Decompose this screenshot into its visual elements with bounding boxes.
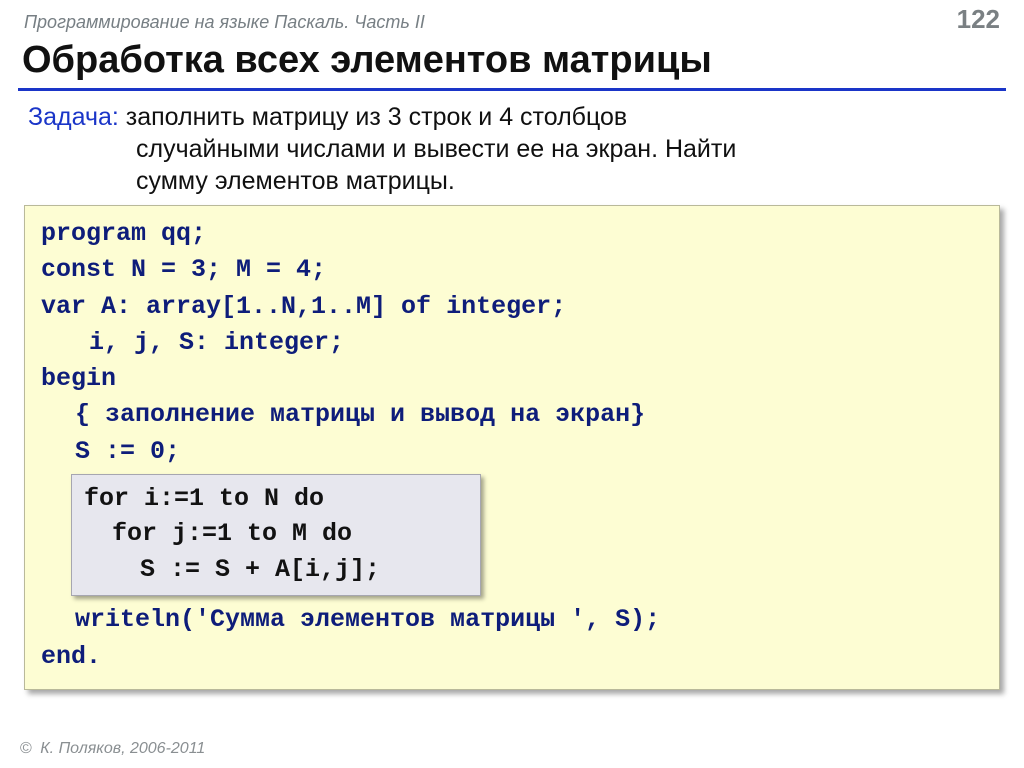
task-line1: заполнить матрицу из 3 строк и 4 столбцо… xyxy=(119,103,627,131)
code-inner-line: for i:=1 to N do xyxy=(84,484,324,513)
footer-text: К. Поляков, 2006-2011 xyxy=(36,740,206,757)
code-line: const N = 3; M = 4; xyxy=(41,252,983,288)
code-box: program qq; const N = 3; M = 4; var A: a… xyxy=(24,205,1000,690)
slide: Программирование на языке Паскаль. Часть… xyxy=(0,0,1024,768)
code-inner-line: for j:=1 to M do xyxy=(84,516,468,552)
code-line: end. xyxy=(41,639,983,675)
task-block: Задача: заполнить матрицу из 3 строк и 4… xyxy=(18,101,1006,197)
course-title: Программирование на языке Паскаль. Часть… xyxy=(24,12,425,33)
code-line: program qq; xyxy=(41,216,983,252)
copyright-icon: © xyxy=(20,740,32,757)
code-inner-line: S := S + A[i,j]; xyxy=(84,552,468,588)
task-line2: случайными числами и вывести ее на экран… xyxy=(28,133,1006,165)
code-inner-box: for i:=1 to N do for j:=1 to M do S := S… xyxy=(71,474,481,597)
code-line: var A: array[1..N,1..M] of integer; xyxy=(41,289,983,325)
code-line: i, j, S: integer; xyxy=(41,325,983,361)
topbar: Программирование на языке Паскаль. Часть… xyxy=(18,0,1006,37)
slide-title: Обработка всех элементов матрицы xyxy=(18,37,1006,91)
page-number: 122 xyxy=(957,4,1000,35)
code-line: begin xyxy=(41,361,983,397)
footer: © К. Поляков, 2006-2011 xyxy=(20,740,205,758)
code-line: S := 0; xyxy=(41,434,983,470)
task-label: Задача: xyxy=(28,103,119,131)
code-line: writeln('Сумма элементов матрицы ', S); xyxy=(41,602,983,638)
code-comment: { заполнение матрицы и вывод на экран} xyxy=(41,397,983,433)
task-line3: сумму элементов матрицы. xyxy=(28,165,1006,197)
